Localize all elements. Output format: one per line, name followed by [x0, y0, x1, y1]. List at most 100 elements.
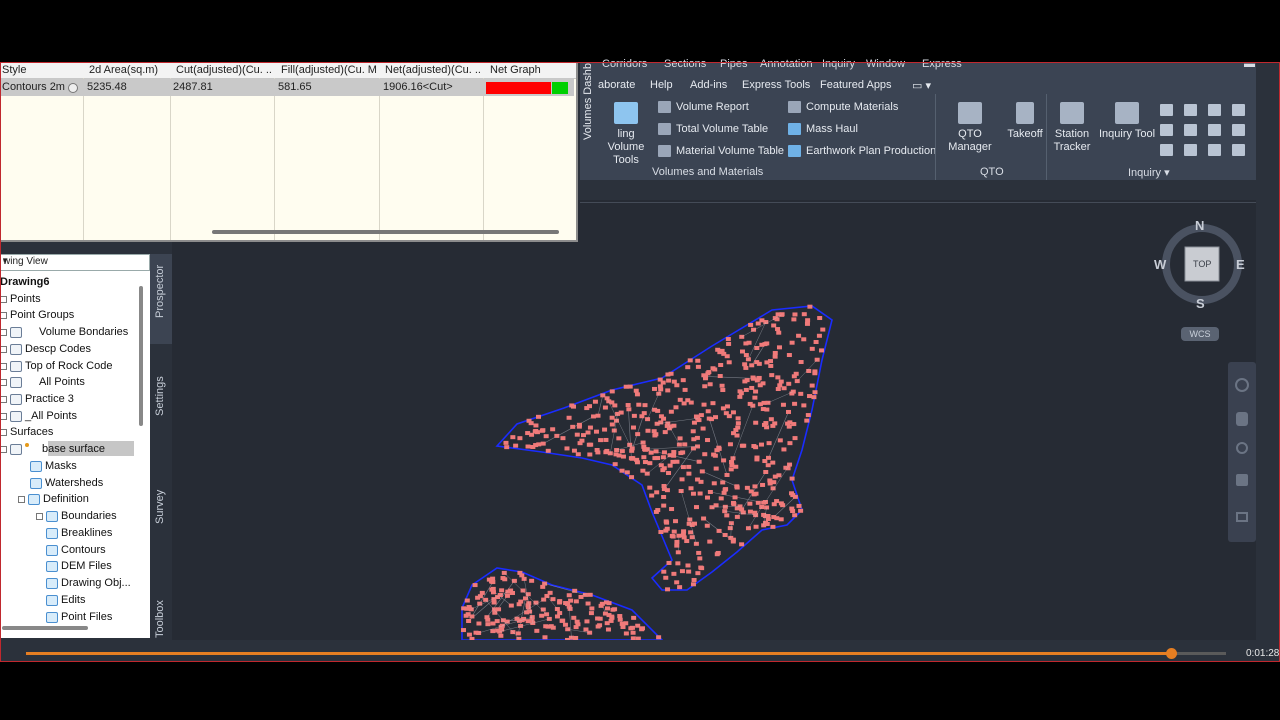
tree-point-group[interactable]: Volume Bondaries	[0, 325, 128, 339]
column-style[interactable]: Style	[2, 64, 82, 76]
orbit-icon[interactable]	[1236, 474, 1248, 486]
compass-east[interactable]: E	[1236, 257, 1245, 272]
expand-icon[interactable]	[0, 412, 7, 420]
grading-volume-tools-button[interactable]: ling Volume Tools	[598, 102, 654, 167]
qto-manager-button[interactable]: QTO Manager	[938, 102, 1002, 154]
expand-icon[interactable]	[0, 395, 7, 403]
menu-inquiry[interactable]: Inquiry	[822, 58, 855, 70]
collapse-icon[interactable]	[18, 495, 25, 503]
tree-drawing[interactable]: Drawing6	[0, 275, 50, 289]
tree-definition-item[interactable]: Drawing Obj...	[36, 576, 131, 590]
total-volume-table-button[interactable]: Total Volume Table	[658, 123, 768, 135]
view-select[interactable]: wing View ▾	[0, 254, 150, 271]
tree-watersheds[interactable]: Watersheds	[30, 476, 103, 490]
tree-point-group[interactable]: Descp Codes	[0, 342, 91, 356]
coordinates-icon[interactable]	[1208, 104, 1221, 116]
compute-materials-button[interactable]: Compute Materials	[788, 101, 898, 113]
radius-icon[interactable]	[1184, 124, 1197, 136]
viewcube[interactable]: N S E W TOP	[1154, 218, 1248, 311]
column-cut[interactable]: Cut(adjusted)(Cu. ...	[176, 64, 272, 76]
tree-point-groups[interactable]: Point Groups	[0, 308, 74, 322]
expand-icon[interactable]	[36, 512, 43, 520]
menu-sections[interactable]: Sections	[664, 58, 706, 70]
menu-pipes[interactable]: Pipes	[720, 58, 748, 70]
tree-definition-item[interactable]: Contours	[36, 543, 106, 557]
compass-north[interactable]: N	[1195, 218, 1204, 233]
tab-settings[interactable]: Settings	[150, 366, 172, 456]
qto-panel-label[interactable]: QTO	[980, 166, 1004, 178]
compass-west[interactable]: W	[1154, 257, 1166, 272]
tree-definition[interactable]: Definition	[18, 492, 89, 506]
tab-prospector[interactable]: Prospector	[150, 254, 172, 344]
drawing-viewport[interactable]	[172, 200, 1256, 642]
viewcube-top-face[interactable]: TOP	[1193, 259, 1211, 269]
tree-definition-item[interactable]: Edits	[36, 593, 85, 607]
table-horizontal-scrollbar[interactable]	[212, 230, 559, 234]
collapse-icon[interactable]	[0, 445, 7, 453]
expand-icon[interactable]	[0, 328, 7, 336]
tree-definition-item[interactable]: Point Files	[36, 610, 112, 624]
pan-icon[interactable]	[1236, 412, 1248, 426]
tree-definition-item[interactable]: Breaklines	[36, 526, 112, 540]
video-progress-bar[interactable]	[26, 648, 1226, 659]
tree-definition-item[interactable]: DEM Files	[36, 559, 112, 573]
material-volume-table-button[interactable]: Material Volume Table	[658, 145, 784, 157]
tree-point-group[interactable]: All Points	[0, 375, 85, 389]
angle-icon[interactable]	[1232, 104, 1245, 116]
calculator-icon[interactable]	[1232, 144, 1245, 156]
tab-survey[interactable]: Survey	[150, 476, 172, 566]
tree-masks[interactable]: Masks	[30, 459, 77, 473]
volume-report-button[interactable]: Volume Report	[658, 101, 749, 113]
properties-icon[interactable]	[1160, 144, 1173, 156]
tab-toolbox[interactable]: Toolbox	[150, 586, 172, 638]
list-icon[interactable]	[1232, 124, 1245, 136]
tab-help[interactable]: Help	[650, 79, 673, 91]
earthwork-plan-button[interactable]: Earthwork Plan Production	[788, 145, 936, 157]
expand-icon[interactable]	[0, 295, 7, 303]
distance-icon[interactable]	[1160, 104, 1173, 116]
collapse-icon[interactable]	[0, 311, 7, 319]
steering-wheel-icon[interactable]	[1235, 378, 1249, 392]
showmotion-icon[interactable]	[1236, 512, 1248, 522]
column-net-graph[interactable]: Net Graph	[490, 64, 570, 76]
volumes-dashboard-tab[interactable]: Volumes Dashb	[580, 63, 596, 144]
inquiry-tool-button[interactable]: Inquiry Tool	[1098, 102, 1156, 141]
tree-point-group[interactable]: Practice 3	[0, 392, 74, 406]
zoom-region-icon[interactable]	[1184, 144, 1197, 156]
mass-haul-button[interactable]: Mass Haul	[788, 123, 858, 135]
expand-icon[interactable]	[0, 378, 7, 386]
column-area[interactable]: 2d Area(sq.m)	[89, 64, 169, 76]
column-fill[interactable]: Fill(adjusted)(Cu. M.)	[281, 64, 377, 76]
tree-point-group[interactable]: Top of Rock Code	[0, 359, 112, 373]
video-progress-knob[interactable]	[1165, 648, 1177, 659]
tree-vertical-scrollbar[interactable]	[139, 286, 143, 426]
volumes-panel-label[interactable]: Volumes and Materials	[652, 166, 763, 178]
inquiry-panel-label[interactable]: Inquiry ▾	[1128, 166, 1170, 179]
station-tracker-button[interactable]: Station Tracker	[1052, 102, 1092, 154]
arc-icon[interactable]	[1160, 124, 1173, 136]
tree-surfaces[interactable]: Surfaces	[0, 425, 53, 439]
menu-annotation[interactable]: Annotation	[760, 58, 813, 70]
zoom-icon[interactable]	[1236, 442, 1248, 454]
tab-overflow-icon[interactable]: ▭ ▾	[912, 79, 931, 92]
menu-corridors[interactable]: Corridors	[602, 58, 647, 70]
time-icon[interactable]	[1208, 144, 1221, 156]
menu-express[interactable]: Express	[922, 58, 962, 70]
menu-window[interactable]: Window	[866, 58, 905, 70]
tree-horizontal-scrollbar[interactable]	[2, 626, 88, 630]
tree-points[interactable]: Points	[0, 292, 41, 306]
tree-definition-item[interactable]: Boundaries	[36, 509, 117, 523]
takeoff-button[interactable]: Takeoff	[1006, 102, 1044, 141]
slope-icon[interactable]	[1184, 104, 1197, 116]
tab-add-ins[interactable]: Add-ins	[690, 79, 727, 91]
column-net[interactable]: Net(adjusted)(Cu. ...	[385, 64, 481, 76]
tab-collaborate[interactable]: aborate	[598, 79, 635, 91]
table-row[interactable]: Contours 2m... 5235.48 2487.81 581.65 19…	[0, 79, 574, 96]
expand-icon[interactable]	[0, 362, 7, 370]
tree-point-group[interactable]: _All Points	[0, 409, 77, 423]
tab-express-tools[interactable]: Express Tools	[742, 79, 810, 91]
minimize-icon[interactable]: ▬	[1244, 58, 1255, 70]
tab-featured-apps[interactable]: Featured Apps	[820, 79, 892, 91]
ucs-menu[interactable]: WCS	[1181, 327, 1219, 341]
sum-icon[interactable]	[1208, 124, 1221, 136]
